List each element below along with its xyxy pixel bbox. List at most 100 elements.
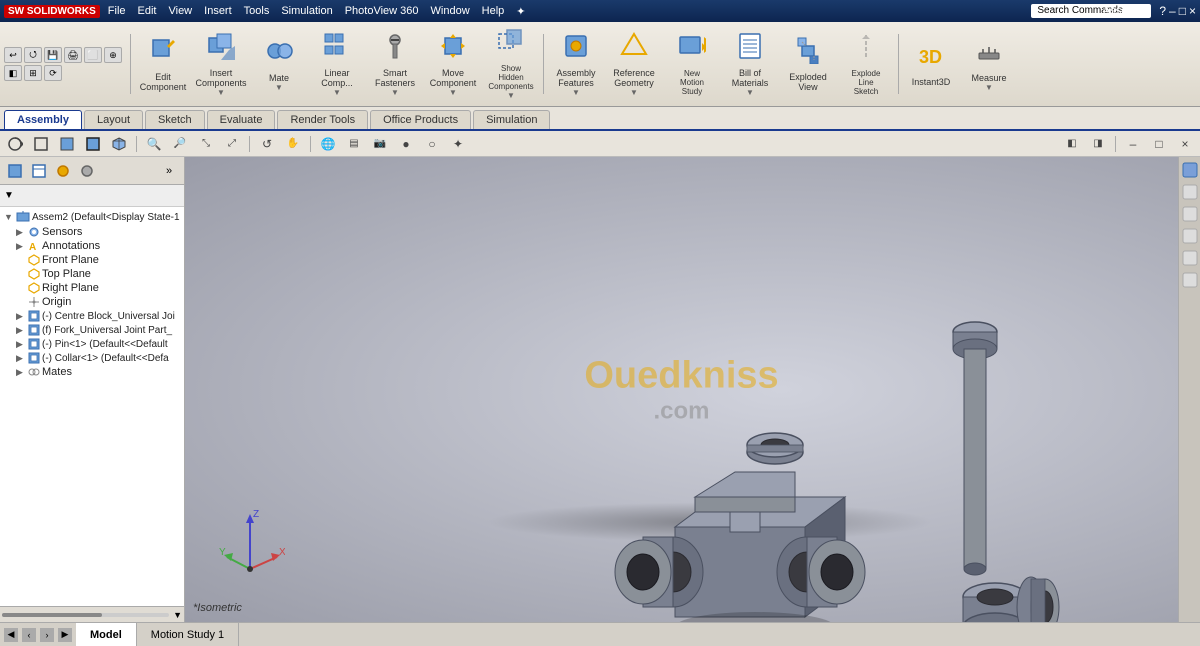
assembly-features-button[interactable]: AssemblyFeatures ▼ bbox=[548, 26, 604, 102]
fasteners-dropdown[interactable]: ▼ bbox=[391, 88, 399, 97]
scroll-right-btn[interactable]: ▶ bbox=[58, 628, 72, 642]
measure-button[interactable]: Measure ▼ bbox=[961, 26, 1017, 102]
linear-comp-button[interactable]: LinearComp... ▼ bbox=[309, 26, 365, 102]
toolbar-icon-3[interactable]: 💾 bbox=[44, 47, 62, 63]
menu-tools[interactable]: Tools bbox=[244, 5, 270, 18]
toolbar-icon-5[interactable]: ⬜ bbox=[84, 47, 102, 63]
tree-right-plane[interactable]: ▶ Right Plane bbox=[0, 281, 184, 295]
vt-zoom-fit-btn[interactable]: ⤡ bbox=[195, 134, 217, 154]
vt-lights-btn[interactable]: 🌐 bbox=[317, 134, 339, 154]
tree-pin1[interactable]: ▶ (-) Pin<1> (Default<<Default bbox=[0, 337, 184, 351]
reference-geometry-button[interactable]: ReferenceGeometry ▼ bbox=[606, 26, 662, 102]
linear-dropdown[interactable]: ▼ bbox=[333, 88, 341, 97]
tab-layout[interactable]: Layout bbox=[84, 110, 143, 129]
fork-expand[interactable]: ▶ bbox=[16, 325, 28, 336]
vt-shaded-btn[interactable] bbox=[56, 134, 78, 154]
tree-root[interactable]: ▼ Assem2 (Default<Display State-1 bbox=[0, 209, 184, 225]
bom-dropdown[interactable]: ▼ bbox=[746, 88, 754, 97]
vt-wireframe-btn[interactable] bbox=[30, 134, 52, 154]
right-icon-1[interactable] bbox=[1180, 160, 1200, 180]
insert-components-button[interactable]: InsertComponents ▼ bbox=[193, 26, 249, 102]
right-icon-2[interactable] bbox=[1180, 182, 1200, 202]
annotations-expand[interactable]: ▶ bbox=[16, 241, 28, 252]
collar1-expand[interactable]: ▶ bbox=[16, 353, 28, 364]
vt-camera-btn[interactable]: 📷 bbox=[369, 134, 391, 154]
af-dropdown[interactable]: ▼ bbox=[572, 88, 580, 97]
tab-simulation[interactable]: Simulation bbox=[473, 110, 550, 129]
mate-dropdown[interactable]: ▼ bbox=[275, 83, 283, 92]
tree-sensors[interactable]: ▶ Sensors bbox=[0, 225, 184, 239]
panel-icon-1[interactable] bbox=[4, 160, 26, 182]
show-hidden-button[interactable]: ShowHiddenComponents ▼ bbox=[483, 26, 539, 102]
vt-minimize-btn[interactable]: – bbox=[1122, 134, 1144, 154]
panel-icon-4[interactable] bbox=[76, 160, 98, 182]
menu-photoview[interactable]: PhotoView 360 bbox=[345, 5, 419, 18]
scroll-right2-btn[interactable]: › bbox=[40, 628, 54, 642]
vt-rotate-view-btn[interactable]: ↺ bbox=[256, 134, 278, 154]
toolbar-icon-6[interactable]: ⊕ bbox=[104, 47, 122, 63]
tab-render-tools[interactable]: Render Tools bbox=[277, 110, 368, 129]
mate-button[interactable]: Mate ▼ bbox=[251, 26, 307, 102]
vt-section-btn[interactable]: ▤ bbox=[343, 134, 365, 154]
menu-edit[interactable]: Edit bbox=[138, 5, 157, 18]
vt-panel-left-btn[interactable]: ◧ bbox=[1061, 134, 1083, 154]
vt-cube-btn[interactable] bbox=[108, 134, 130, 154]
vt-shaded-edges-btn[interactable] bbox=[82, 134, 104, 154]
toolbar-icon-9[interactable]: ⟳ bbox=[44, 65, 62, 81]
move-component-button[interactable]: MoveComponent ▼ bbox=[425, 26, 481, 102]
bill-materials-button[interactable]: Bill ofMaterials ▼ bbox=[722, 26, 778, 102]
right-icon-4[interactable] bbox=[1180, 226, 1200, 246]
panel-scroll-bar[interactable]: ▼ bbox=[0, 606, 184, 622]
bottom-tab-model[interactable]: Model bbox=[76, 623, 137, 646]
vt-appearance-btn[interactable]: ✦ bbox=[447, 134, 469, 154]
toolbar-icon-1[interactable]: ↩ bbox=[4, 47, 22, 63]
maximize-button[interactable]: □ bbox=[1179, 4, 1186, 18]
menu-extra[interactable]: ✦ bbox=[516, 5, 525, 18]
toolbar-icon-7[interactable]: ◧ bbox=[4, 65, 22, 81]
menu-simulation[interactable]: Simulation bbox=[281, 5, 332, 18]
panel-icon-2[interactable] bbox=[28, 160, 50, 182]
tab-evaluate[interactable]: Evaluate bbox=[207, 110, 276, 129]
tree-front-plane[interactable]: ▶ Front Plane bbox=[0, 253, 184, 267]
tree-centre-block[interactable]: ▶ (-) Centre Block_Universal Joi bbox=[0, 309, 184, 323]
exploded-view-button[interactable]: ExplodedView bbox=[780, 26, 836, 102]
toolbar-icon-8[interactable]: ⊞ bbox=[24, 65, 42, 81]
tree-origin[interactable]: ▶ Origin bbox=[0, 295, 184, 309]
explode-line-button[interactable]: ExplodeLineSketch bbox=[838, 26, 894, 102]
right-icon-3[interactable] bbox=[1180, 204, 1200, 224]
insert-dropdown[interactable]: ▼ bbox=[217, 88, 225, 97]
vt-zoom-out-btn[interactable]: 🔎 bbox=[169, 134, 191, 154]
vt-maximize-btn[interactable]: □ bbox=[1148, 134, 1170, 154]
right-icon-6[interactable] bbox=[1180, 270, 1200, 290]
instant3d-button[interactable]: 3D Instant3D bbox=[903, 26, 959, 102]
tree-collar1[interactable]: ▶ (-) Collar<1> (Default<<Defa bbox=[0, 351, 184, 365]
close-button[interactable]: × bbox=[1189, 4, 1196, 18]
menu-insert[interactable]: Insert bbox=[204, 5, 232, 18]
vt-pan-btn[interactable]: ✋ bbox=[282, 134, 304, 154]
help-icon[interactable]: ? bbox=[1159, 4, 1166, 18]
mates-expand[interactable]: ▶ bbox=[16, 367, 28, 378]
edit-component-button[interactable]: EditComponent bbox=[135, 26, 191, 102]
toolbar-icon-4[interactable]: 🖨 bbox=[64, 47, 82, 63]
root-expand-icon[interactable]: ▼ bbox=[4, 212, 16, 222]
vt-display-btn[interactable]: ○ bbox=[421, 134, 443, 154]
menu-file[interactable]: File bbox=[108, 5, 126, 18]
menu-view[interactable]: View bbox=[168, 5, 192, 18]
vt-close-btn[interactable]: × bbox=[1174, 134, 1196, 154]
vt-rotate-btn[interactable] bbox=[4, 134, 26, 154]
toolbar-icon-2[interactable]: ⭯ bbox=[24, 47, 42, 63]
tab-assembly[interactable]: Assembly bbox=[4, 110, 82, 129]
show-hidden-dropdown[interactable]: ▼ bbox=[507, 91, 515, 100]
3d-viewport[interactable]: Ouedkniss .com Z X Y *Isom bbox=[185, 157, 1178, 622]
sensors-expand[interactable]: ▶ bbox=[16, 227, 28, 238]
tree-annotations[interactable]: ▶ A Annotations bbox=[0, 239, 184, 253]
pin1-expand[interactable]: ▶ bbox=[16, 339, 28, 350]
new-motion-button[interactable]: NewMotionStudy bbox=[664, 26, 720, 102]
menu-window[interactable]: Window bbox=[431, 5, 470, 18]
panel-expand-btn[interactable]: » bbox=[158, 160, 180, 182]
tree-mates[interactable]: ▶ Mates bbox=[0, 365, 184, 379]
vt-panel-right-btn[interactable]: ◨ bbox=[1087, 134, 1109, 154]
move-dropdown[interactable]: ▼ bbox=[449, 88, 457, 97]
scroll-left-btn[interactable]: ◀ bbox=[4, 628, 18, 642]
tree-fork-universal[interactable]: ▶ (f) Fork_Universal Joint Part_ bbox=[0, 323, 184, 337]
